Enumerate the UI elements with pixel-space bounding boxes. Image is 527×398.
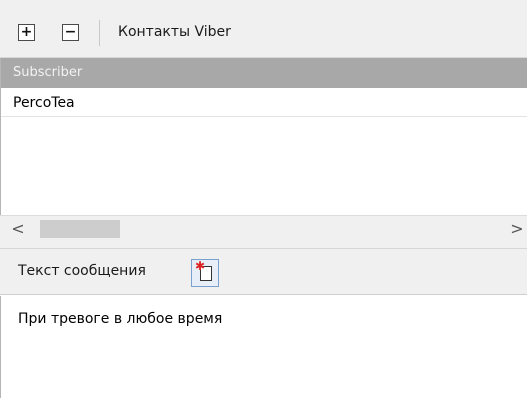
message-text: При тревоге в любое время bbox=[18, 311, 223, 327]
scrollbar-thumb[interactable] bbox=[40, 220, 120, 238]
contacts-toolbar: + − Контакты Viber bbox=[0, 0, 527, 58]
contacts-list[interactable]: Subscriber PercoTea bbox=[0, 58, 527, 215]
column-header-subscriber[interactable]: Subscriber bbox=[1, 58, 527, 88]
remove-contact-button[interactable]: − bbox=[62, 24, 79, 41]
scroll-left-arrow-icon[interactable]: < bbox=[8, 216, 28, 242]
message-toolbar: Текст сообщения ✱ bbox=[0, 249, 527, 295]
star-icon: ✱ bbox=[195, 259, 206, 273]
scroll-right-arrow-icon[interactable]: > bbox=[507, 216, 527, 242]
plus-box-icon: + bbox=[20, 24, 33, 40]
horizontal-scrollbar[interactable]: < > bbox=[0, 215, 527, 242]
message-label: Текст сообщения bbox=[18, 263, 146, 279]
insert-template-button[interactable]: ✱ bbox=[191, 259, 219, 287]
pane-splitter[interactable] bbox=[0, 242, 527, 249]
message-text-area[interactable]: При тревоге в любое время bbox=[0, 296, 527, 398]
add-contact-button[interactable]: + bbox=[18, 24, 35, 41]
list-item[interactable]: PercoTea bbox=[1, 89, 527, 117]
minus-box-icon: − bbox=[64, 24, 77, 40]
toolbar-separator bbox=[99, 20, 100, 46]
toolbar-title: Контакты Viber bbox=[118, 24, 231, 40]
